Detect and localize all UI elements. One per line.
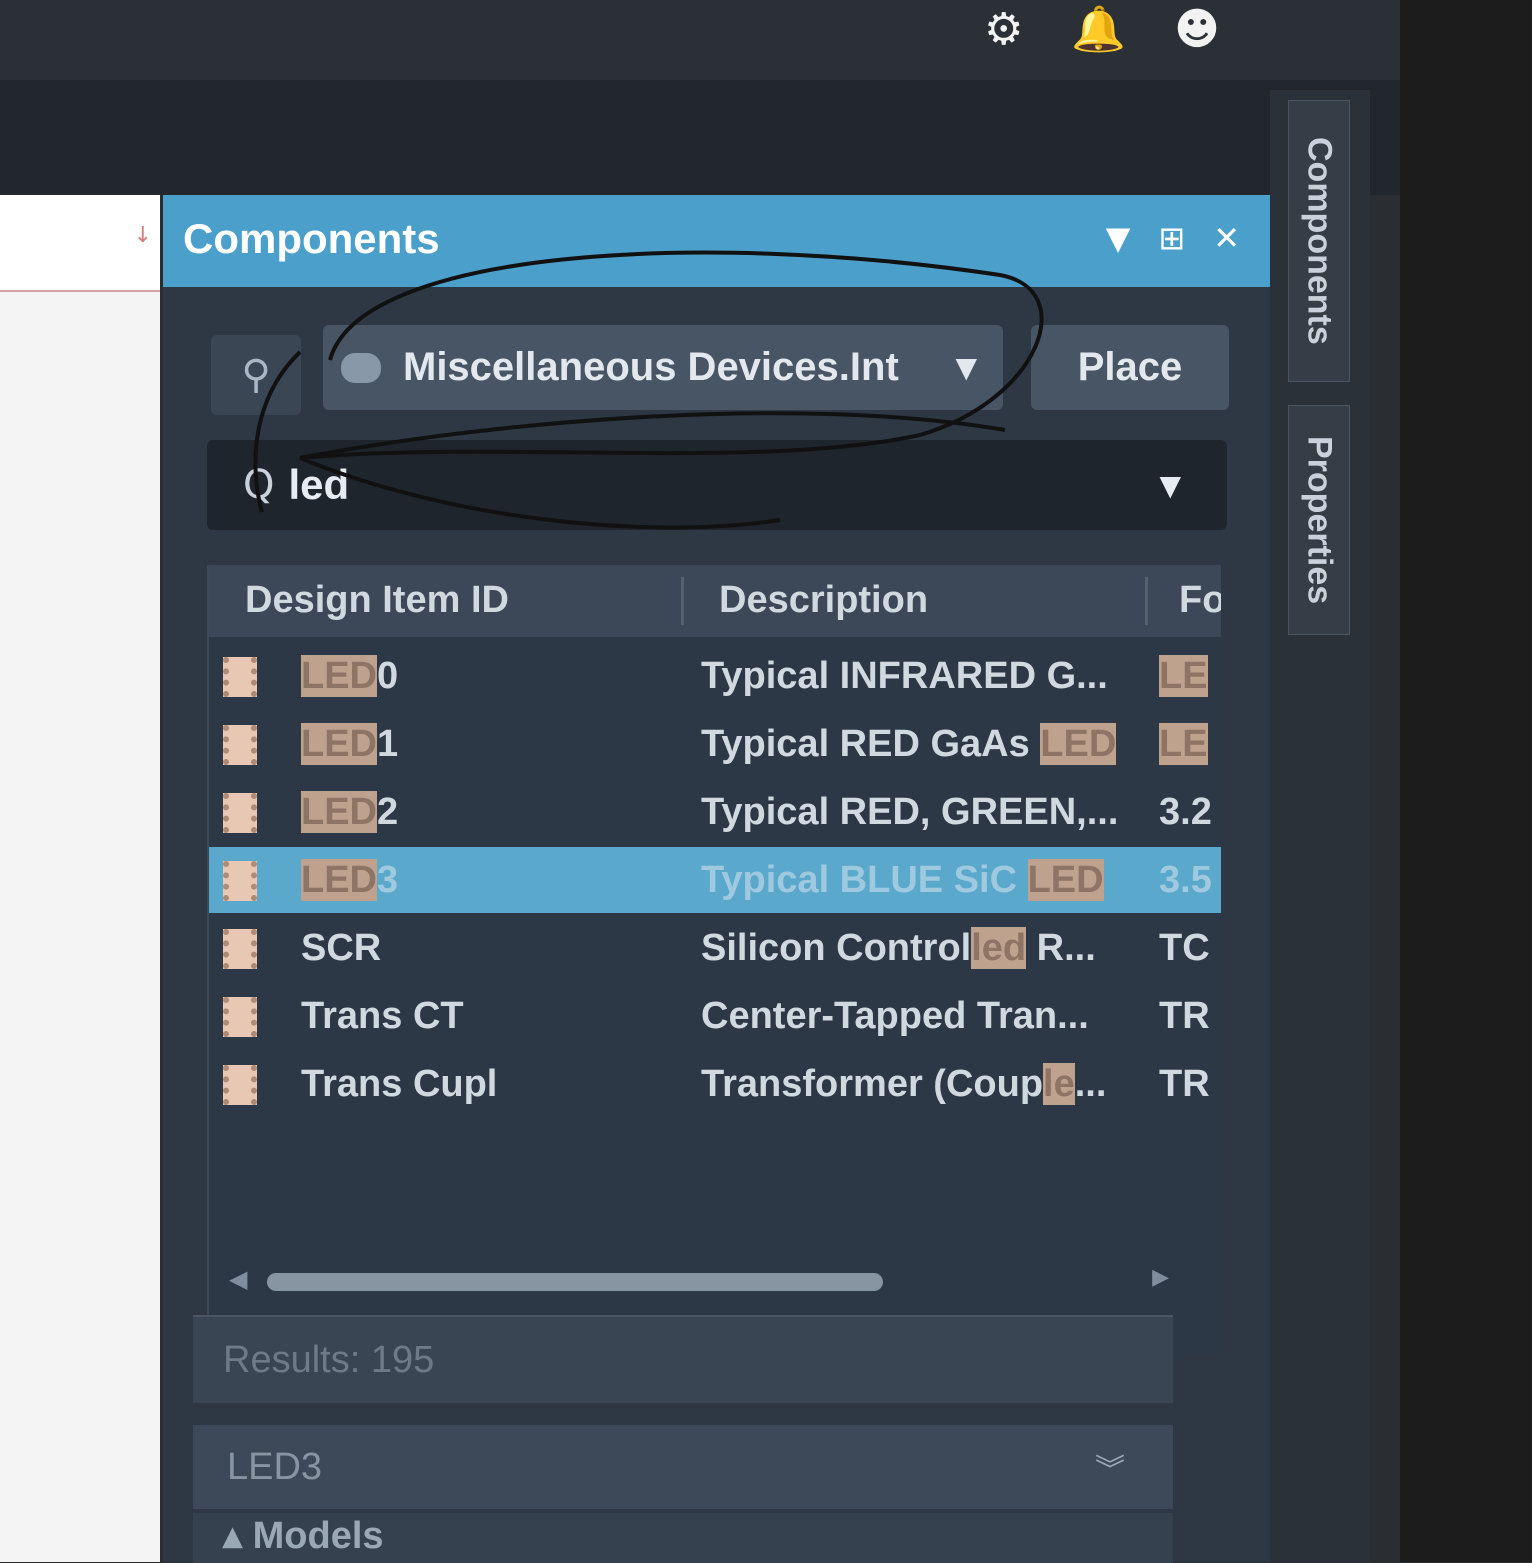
selected-component-bar[interactable]: LED3 ︾ bbox=[193, 1425, 1173, 1509]
description-cell: Center-Tapped Tran... bbox=[701, 995, 1089, 1037]
description-cell: Typical RED, GREEN,... bbox=[701, 791, 1119, 833]
footprint-cell: TR bbox=[1159, 995, 1210, 1037]
table-row[interactable]: SCR Silicon Controlled R... TC bbox=[209, 915, 1221, 981]
components-panel: Components ▼ ⊞ ✕ ⚲ Miscellaneous Devices… bbox=[163, 195, 1270, 1563]
table-row[interactable]: Trans Cupl Transformer (Couple... TR bbox=[209, 1051, 1221, 1117]
side-tab-components[interactable]: Components bbox=[1288, 100, 1350, 382]
design-item-id-cell: LED0 bbox=[301, 655, 399, 697]
footprint-cell: 3.5 bbox=[1159, 859, 1212, 901]
design-item-id-cell: Trans CT bbox=[301, 995, 464, 1037]
search-match-highlight: LED bbox=[301, 859, 377, 901]
component-chip-icon bbox=[223, 929, 257, 969]
top-icon-group: ⚙ 🔔 ☻ bbox=[984, 0, 1220, 60]
library-name: Miscellaneous Devices.Int bbox=[403, 345, 899, 389]
search-match-highlight: led bbox=[971, 927, 1027, 969]
scrollbar-thumb[interactable] bbox=[267, 1273, 883, 1291]
description-cell: Transformer (Couple... bbox=[701, 1063, 1107, 1105]
footprint-cell: TR bbox=[1159, 1063, 1210, 1105]
search-match-highlight: LED bbox=[301, 791, 377, 833]
search-match-highlight: le bbox=[1043, 1063, 1075, 1105]
place-button[interactable]: Place bbox=[1031, 325, 1229, 410]
results-count: Results: 195 bbox=[193, 1315, 1173, 1403]
column-header-design-item-id[interactable]: Design Item ID bbox=[245, 579, 509, 622]
component-chip-icon bbox=[223, 725, 257, 765]
component-chip-icon bbox=[223, 1065, 257, 1105]
selected-component-name: LED3 bbox=[227, 1445, 323, 1488]
library-icon bbox=[341, 352, 381, 383]
document-tab[interactable]: ↓ bbox=[0, 195, 160, 292]
monitor-bezel bbox=[1400, 0, 1532, 1562]
search-value: led bbox=[288, 461, 350, 508]
panel-title: Components bbox=[183, 215, 440, 262]
design-item-id-cell: LED3 bbox=[301, 859, 399, 901]
user-icon[interactable]: ☻ bbox=[1174, 8, 1220, 52]
table-row[interactable]: Trans CT Center-Tapped Tran... TR bbox=[209, 983, 1221, 1049]
component-chip-icon bbox=[223, 997, 257, 1037]
search-match-highlight: LED bbox=[301, 723, 377, 765]
table-row[interactable]: LED1 Typical RED GaAs LED LE bbox=[209, 711, 1221, 777]
models-section[interactable]: ▴ Models bbox=[193, 1513, 1173, 1563]
design-item-id-cell: LED1 bbox=[301, 723, 399, 765]
bell-icon[interactable]: 🔔 bbox=[1071, 8, 1126, 52]
toolbar-strip bbox=[0, 80, 1400, 195]
component-chip-icon bbox=[223, 861, 257, 901]
pin-icon[interactable]: ↓ bbox=[134, 223, 152, 248]
column-separator[interactable] bbox=[1145, 577, 1148, 625]
footprint-cell: LE bbox=[1159, 655, 1219, 698]
chevron-down-icon: ▼ bbox=[955, 351, 977, 384]
search-match-highlight: LED bbox=[1027, 859, 1104, 901]
panel-header-buttons: ▼ ⊞ ✕ bbox=[1106, 219, 1240, 257]
component-chip-icon bbox=[223, 657, 257, 697]
footprint-cell: 3.2 bbox=[1159, 791, 1212, 833]
panel-menu-icon[interactable]: ▼ bbox=[1106, 219, 1131, 257]
table-row[interactable]: LED3 Typical BLUE SiC LED 3.5 bbox=[209, 847, 1221, 913]
search-match-highlight: LED bbox=[1040, 723, 1117, 765]
search-match-highlight: LE bbox=[1159, 723, 1208, 765]
footprint-cell: LE bbox=[1159, 723, 1219, 766]
search-match-highlight: LE bbox=[1159, 655, 1208, 697]
design-item-id-cell: SCR bbox=[301, 927, 382, 969]
component-chip-icon bbox=[223, 793, 257, 833]
side-tab-properties[interactable]: Properties bbox=[1288, 405, 1350, 635]
scroll-right-icon[interactable]: ▶ bbox=[1152, 1265, 1169, 1290]
description-cell: Typical RED GaAs LED bbox=[701, 723, 1117, 765]
search-match-highlight: LED bbox=[301, 655, 377, 697]
component-grid: Design Item ID Description Fo LED0 Typica… bbox=[207, 565, 1221, 1355]
table-row[interactable]: LED0 Typical INFRARED G... LE bbox=[209, 643, 1221, 709]
design-item-id-cell: LED2 bbox=[301, 791, 399, 833]
grid-header: Design Item ID Description Fo bbox=[209, 565, 1221, 637]
panel-pin-icon[interactable]: ⊞ bbox=[1158, 219, 1185, 257]
column-header-footprint[interactable]: Fo bbox=[1179, 579, 1221, 622]
app-top-bar: ⚙ 🔔 ☻ bbox=[0, 0, 1400, 80]
expand-chevron-icon[interactable]: ︾ bbox=[1095, 1445, 1125, 1489]
table-row[interactable]: LED2 Typical RED, GREEN,... 3.2 bbox=[209, 779, 1221, 845]
document-area bbox=[0, 195, 160, 1562]
footprint-cell: TC bbox=[1159, 927, 1210, 969]
description-cell: Typical BLUE SiC LED bbox=[701, 859, 1104, 901]
panel-header: Components ▼ ⊞ ✕ bbox=[163, 195, 1270, 287]
search-history-dropdown[interactable]: ▼ bbox=[1159, 469, 1181, 502]
search-icon: Q bbox=[243, 462, 275, 508]
search-input[interactable]: Q led ▼ bbox=[207, 440, 1227, 530]
panel-close-icon[interactable]: ✕ bbox=[1213, 219, 1240, 257]
filter-icon: ⚲ bbox=[241, 352, 271, 398]
library-dropdown[interactable]: Miscellaneous Devices.Int ▼ bbox=[323, 325, 1003, 410]
description-cell: Typical INFRARED G... bbox=[701, 655, 1108, 697]
description-cell: Silicon Controlled R... bbox=[701, 927, 1096, 969]
filter-button[interactable]: ⚲ bbox=[211, 335, 301, 415]
design-item-id-cell: Trans Cupl bbox=[301, 1063, 498, 1105]
scroll-left-icon[interactable]: ◀ bbox=[229, 1265, 247, 1293]
column-separator[interactable] bbox=[681, 577, 684, 625]
column-header-description[interactable]: Description bbox=[719, 579, 928, 622]
gear-icon[interactable]: ⚙ bbox=[984, 8, 1023, 52]
horizontal-scrollbar[interactable]: ◀ ▶ bbox=[229, 1265, 1169, 1295]
